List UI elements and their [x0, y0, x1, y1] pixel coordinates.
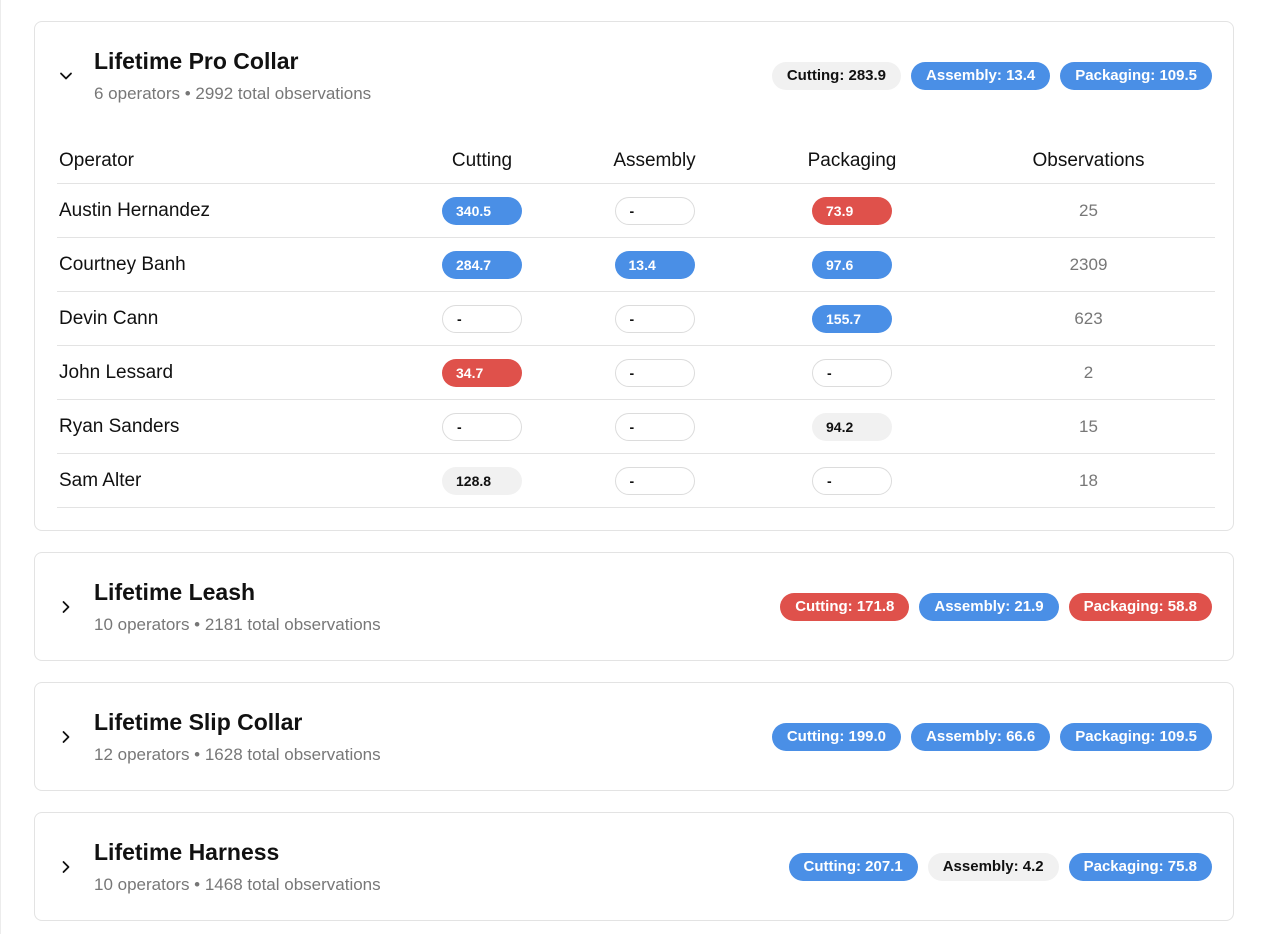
card-header[interactable]: Lifetime Pro Collar 6 operators • 2992 t… — [35, 22, 1233, 122]
product-card-leash: Lifetime Leash 10 operators • 2181 total… — [34, 552, 1234, 661]
cutting-value: - — [442, 304, 522, 333]
header-operator: Operator — [57, 139, 397, 184]
packaging-value: - — [812, 466, 892, 495]
chevron-right-icon[interactable] — [57, 858, 75, 876]
assembly-badge: Assembly: 13.4 — [911, 62, 1051, 90]
operator-name: Austin Hernandez — [57, 183, 397, 238]
assembly-value: - — [614, 466, 695, 495]
cutting-badge: Cutting: 207.1 — [788, 853, 918, 881]
operator-name: John Lessard — [57, 345, 397, 400]
cutting-value: 340.5 — [442, 196, 522, 225]
assembly-value: - — [614, 412, 695, 441]
assembly-badge: Assembly: 4.2 — [927, 853, 1059, 881]
product-title: Lifetime Harness — [94, 839, 280, 865]
packaging-badge: Packaging: 75.8 — [1068, 853, 1212, 881]
packaging-value: 73.9 — [812, 196, 892, 225]
table-header-row: Operator Cutting Assembly Packaging Obse… — [57, 139, 1215, 184]
packaging-value: - — [812, 358, 892, 387]
assembly-badge: Assembly: 21.9 — [919, 593, 1059, 621]
header-assembly: Assembly — [567, 139, 742, 184]
table-row: Sam Alter 128.8 - - 18 — [57, 453, 1215, 508]
chevron-down-icon[interactable] — [57, 67, 75, 85]
table-row: Ryan Sanders - - 94.2 15 — [57, 399, 1215, 454]
table-row: Austin Hernandez 340.5 - 73.9 25 — [57, 183, 1215, 238]
header-observations: Observations — [962, 139, 1215, 184]
card-header[interactable]: Lifetime Slip Collar 12 operators • 1628… — [35, 683, 1233, 789]
packaging-badge: Packaging: 109.5 — [1060, 62, 1212, 90]
observations-count: 2309 — [962, 237, 1215, 292]
product-card-harness: Lifetime Harness 10 operators • 1468 tot… — [34, 812, 1234, 921]
summary-badges: Cutting: 171.8 Assembly: 21.9 Packaging:… — [780, 593, 1212, 621]
card-header[interactable]: Lifetime Leash 10 operators • 2181 total… — [35, 553, 1233, 659]
assembly-value: - — [614, 196, 695, 225]
assembly-value: - — [614, 304, 695, 333]
chevron-right-icon[interactable] — [57, 728, 75, 746]
assembly-value: - — [614, 358, 695, 387]
packaging-value: 94.2 — [812, 412, 892, 441]
packaging-badge: Packaging: 109.5 — [1060, 723, 1212, 751]
cutting-value: 128.8 — [442, 466, 522, 495]
table-row: John Lessard 34.7 - - 2 — [57, 345, 1215, 400]
header-cutting: Cutting — [397, 139, 567, 184]
observations-count: 25 — [962, 183, 1215, 238]
operator-name: Courtney Banh — [57, 237, 397, 292]
table-row: Courtney Banh 284.7 13.4 97.6 2309 — [57, 237, 1215, 292]
product-card-slip-collar: Lifetime Slip Collar 12 operators • 1628… — [34, 682, 1234, 791]
summary-badges: Cutting: 283.9 Assembly: 13.4 Packaging:… — [771, 62, 1212, 90]
assembly-badge: Assembly: 66.6 — [911, 723, 1051, 751]
left-divider — [0, 0, 1, 934]
product-card-pro-collar: Lifetime Pro Collar 6 operators • 2992 t… — [34, 21, 1234, 531]
product-summary: 12 operators • 1628 total observations — [94, 745, 381, 764]
card-header[interactable]: Lifetime Harness 10 operators • 1468 tot… — [35, 813, 1233, 919]
observations-count: 15 — [962, 399, 1215, 454]
cutting-badge: Cutting: 199.0 — [771, 723, 902, 751]
product-title: Lifetime Leash — [94, 579, 256, 605]
product-summary: 6 operators • 2992 total observations — [94, 84, 372, 103]
product-summary: 10 operators • 1468 total observations — [94, 875, 381, 894]
observations-count: 623 — [962, 291, 1215, 346]
product-title: Lifetime Pro Collar — [94, 48, 299, 74]
cutting-badge: Cutting: 283.9 — [771, 62, 902, 90]
operator-name: Devin Cann — [57, 291, 397, 346]
cutting-value: - — [442, 412, 522, 441]
packaging-badge: Packaging: 58.8 — [1068, 593, 1212, 621]
cutting-badge: Cutting: 171.8 — [780, 593, 910, 621]
assembly-value: 13.4 — [614, 250, 695, 279]
operators-table: Operator Cutting Assembly Packaging Obse… — [57, 139, 1215, 508]
cutting-value: 34.7 — [442, 358, 522, 387]
packaging-value: 97.6 — [812, 250, 892, 279]
product-title: Lifetime Slip Collar — [94, 709, 303, 735]
packaging-value: 155.7 — [812, 304, 892, 333]
product-summary: 10 operators • 2181 total observations — [94, 615, 381, 634]
table-row: Devin Cann - - 155.7 623 — [57, 291, 1215, 346]
operator-name: Sam Alter — [57, 453, 397, 508]
header-packaging: Packaging — [742, 139, 962, 184]
chevron-right-icon[interactable] — [57, 598, 75, 616]
summary-badges: Cutting: 199.0 Assembly: 66.6 Packaging:… — [771, 723, 1212, 751]
cutting-value: 284.7 — [442, 250, 522, 279]
operator-name: Ryan Sanders — [57, 399, 397, 454]
observations-count: 2 — [962, 345, 1215, 400]
observations-count: 18 — [962, 453, 1215, 508]
summary-badges: Cutting: 207.1 Assembly: 4.2 Packaging: … — [788, 853, 1212, 881]
